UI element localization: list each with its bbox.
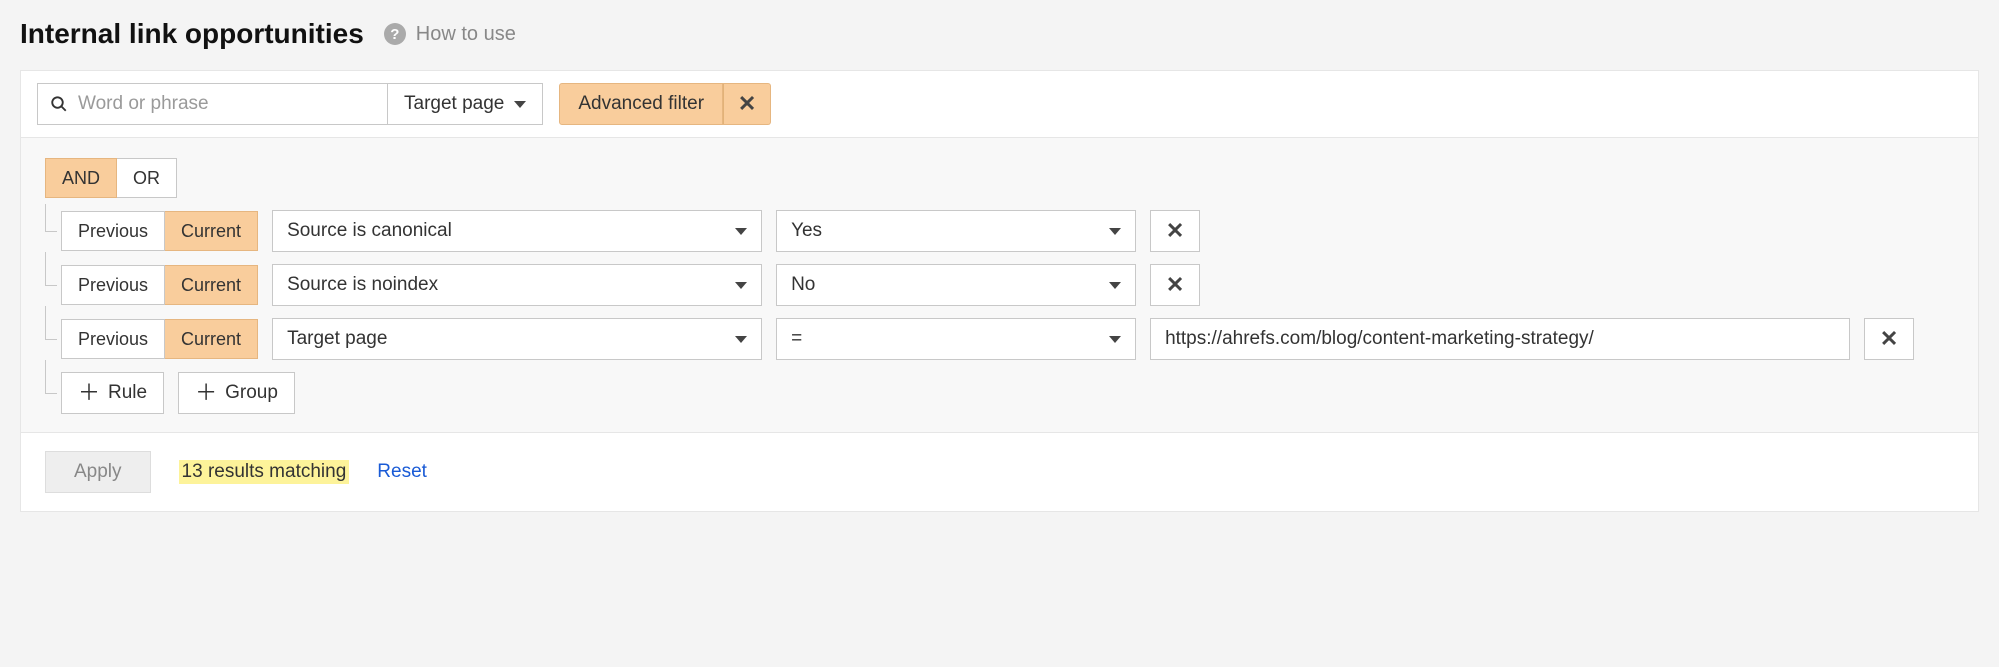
chevron-down-icon xyxy=(735,336,747,343)
chevron-down-icon xyxy=(735,282,747,289)
advanced-filter-close-button[interactable]: ✕ xyxy=(723,83,771,125)
remove-rule-button[interactable]: ✕ xyxy=(1150,264,1200,306)
add-group-label: Group xyxy=(225,382,278,404)
chevron-down-icon xyxy=(1109,336,1121,343)
add-rule-label: Rule xyxy=(108,382,147,404)
search-icon xyxy=(50,95,68,113)
remove-rule-button[interactable]: ✕ xyxy=(1150,210,1200,252)
time-toggle-group: Previous Current xyxy=(61,319,258,359)
logic-toggle-group: AND OR xyxy=(45,158,177,198)
value-input[interactable] xyxy=(1150,318,1850,360)
page-header: Internal link opportunities ? How to use xyxy=(20,18,1979,50)
current-button[interactable]: Current xyxy=(165,211,258,251)
field-select[interactable]: Source is canonical xyxy=(272,210,762,252)
field-select[interactable]: Source is noindex xyxy=(272,264,762,306)
chevron-down-icon xyxy=(1109,228,1121,235)
close-icon: ✕ xyxy=(738,91,756,117)
close-icon: ✕ xyxy=(1880,326,1898,352)
operator-select-label: Yes xyxy=(791,220,822,242)
filter-toolbar: Target page Advanced filter ✕ xyxy=(21,71,1978,137)
plus-icon: ＋ xyxy=(78,382,100,404)
previous-button[interactable]: Previous xyxy=(61,265,165,305)
help-label: How to use xyxy=(416,23,516,46)
current-button[interactable]: Current xyxy=(165,319,258,359)
time-toggle-group: Previous Current xyxy=(61,211,258,251)
remove-rule-button[interactable]: ✕ xyxy=(1864,318,1914,360)
operator-select[interactable]: No xyxy=(776,264,1136,306)
previous-button[interactable]: Previous xyxy=(61,211,165,251)
apply-label: Apply xyxy=(74,461,122,482)
rules-list: Previous Current Source is canonical Yes xyxy=(45,210,1954,414)
close-icon: ✕ xyxy=(1166,218,1184,244)
logic-or-label: OR xyxy=(133,168,160,189)
rule-row: Previous Current Source is noindex No xyxy=(45,264,1954,306)
previous-label: Previous xyxy=(78,275,148,296)
previous-label: Previous xyxy=(78,221,148,242)
chevron-down-icon xyxy=(1109,282,1121,289)
page-title: Internal link opportunities xyxy=(20,18,364,50)
rule-row: Previous Current Source is canonical Yes xyxy=(45,210,1954,252)
field-select-label: Target page xyxy=(287,328,387,350)
logic-or-button[interactable]: OR xyxy=(117,158,177,198)
current-label: Current xyxy=(181,275,241,296)
close-icon: ✕ xyxy=(1166,272,1184,298)
rule-row: Previous Current Target page = xyxy=(45,318,1954,360)
how-to-use-link[interactable]: ? How to use xyxy=(384,23,516,46)
filter-panel: Target page Advanced filter ✕ AND OR xyxy=(20,70,1979,512)
help-icon: ? xyxy=(384,23,406,45)
logic-and-label: AND xyxy=(62,168,100,189)
add-group-button[interactable]: ＋ Group xyxy=(178,372,295,414)
advanced-filter-button[interactable]: Advanced filter xyxy=(559,83,723,125)
chevron-down-icon xyxy=(735,228,747,235)
operator-select[interactable]: = xyxy=(776,318,1136,360)
add-rule-button[interactable]: ＋ Rule xyxy=(61,372,164,414)
operator-select-label: = xyxy=(791,328,802,350)
plus-icon: ＋ xyxy=(195,382,217,404)
operator-select-label: No xyxy=(791,274,815,296)
current-button[interactable]: Current xyxy=(165,265,258,305)
previous-label: Previous xyxy=(78,329,148,350)
chevron-down-icon xyxy=(514,101,526,108)
apply-button[interactable]: Apply xyxy=(45,451,151,493)
current-label: Current xyxy=(181,329,241,350)
field-select-label: Source is noindex xyxy=(287,274,438,296)
operator-select[interactable]: Yes xyxy=(776,210,1136,252)
add-row: ＋ Rule ＋ Group xyxy=(45,372,1954,414)
current-label: Current xyxy=(181,221,241,242)
logic-and-button[interactable]: AND xyxy=(45,158,117,198)
previous-button[interactable]: Previous xyxy=(61,319,165,359)
target-page-dropdown[interactable]: Target page xyxy=(387,83,543,125)
search-input[interactable] xyxy=(78,93,375,115)
time-toggle-group: Previous Current xyxy=(61,265,258,305)
field-select-label: Source is canonical xyxy=(287,220,452,242)
filter-builder: AND OR Previous Current xyxy=(21,137,1978,433)
advanced-filter-label: Advanced filter xyxy=(578,93,704,115)
target-page-dropdown-label: Target page xyxy=(404,93,504,115)
field-select[interactable]: Target page xyxy=(272,318,762,360)
reset-link[interactable]: Reset xyxy=(377,461,427,483)
results-matching-text: 13 results matching xyxy=(179,460,350,484)
search-box[interactable] xyxy=(37,83,387,125)
filter-footer: Apply 13 results matching Reset xyxy=(21,433,1978,511)
advanced-filter-chip: Advanced filter ✕ xyxy=(559,83,771,125)
